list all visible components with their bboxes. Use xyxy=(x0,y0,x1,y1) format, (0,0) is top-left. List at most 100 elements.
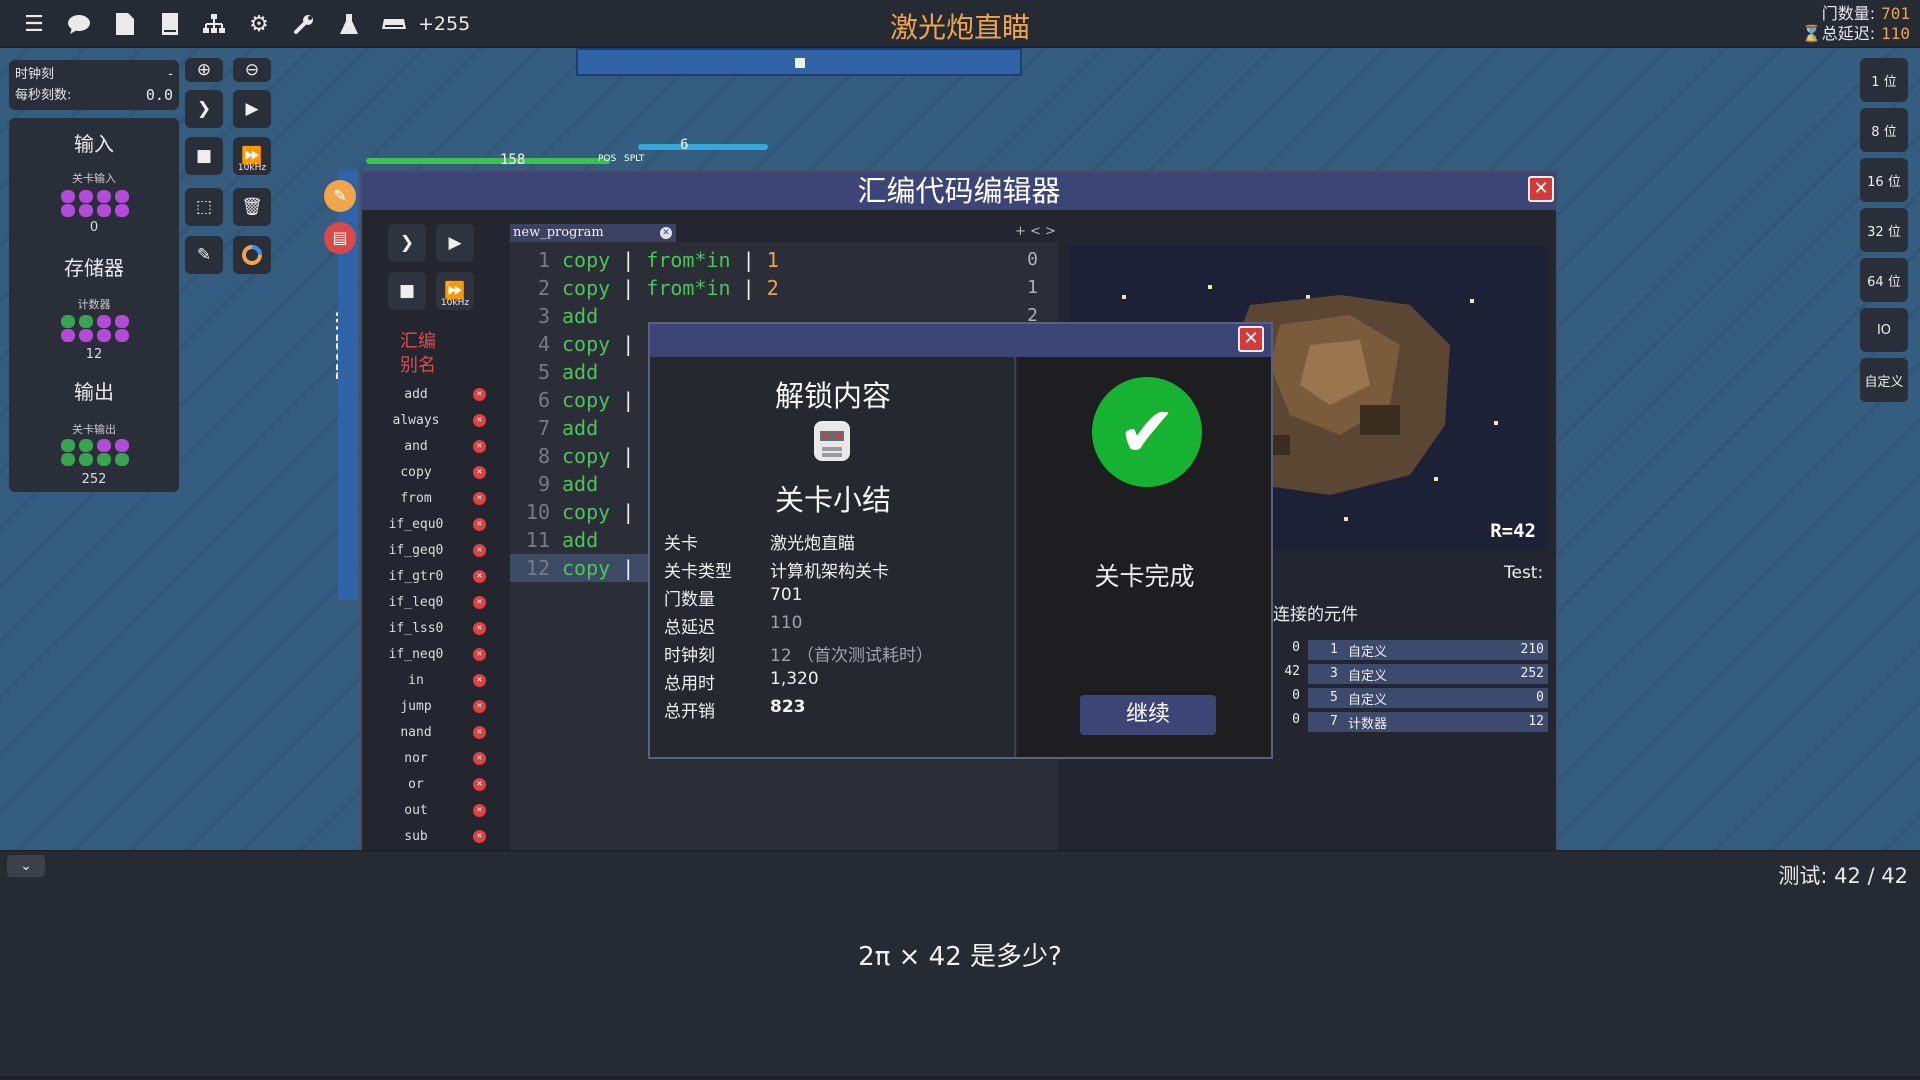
bits-16-button[interactable]: 16 位 xyxy=(1860,158,1908,202)
program-tab[interactable]: new_program ✕ xyxy=(510,224,676,242)
remove-alias-icon[interactable]: ✕ xyxy=(473,492,486,505)
fast-forward-button[interactable]: ⏩ 10kHz xyxy=(233,137,271,175)
step-icon[interactable]: ❯ xyxy=(185,90,223,128)
wire-green[interactable] xyxy=(366,158,610,164)
remove-alias-icon[interactable]: ✕ xyxy=(473,570,486,583)
remove-alias-icon[interactable]: ✕ xyxy=(473,726,486,739)
bits-32-button[interactable]: 32 位 xyxy=(1860,208,1908,252)
tab-tools[interactable]: + < > xyxy=(1015,224,1056,239)
custom-button[interactable]: 自定义 xyxy=(1860,358,1908,402)
remove-alias-icon[interactable]: ✕ xyxy=(473,674,486,687)
separator: | xyxy=(622,556,635,580)
memory-icon[interactable]: ▤ xyxy=(324,222,356,254)
separator: | xyxy=(742,276,755,300)
code-line[interactable]: 2 copy | from*in | 21 xyxy=(510,274,1058,302)
alias-item[interactable]: out ✕ xyxy=(380,799,490,825)
bits-64-button[interactable]: 64 位 xyxy=(1860,258,1908,302)
alias-name: if_equ0 xyxy=(388,517,444,532)
code-text: copy | xyxy=(562,442,634,470)
result-panel: ✔ 关卡完成 继续 xyxy=(1018,357,1271,757)
color-wheel-icon[interactable] xyxy=(233,236,271,274)
alias-item[interactable]: jump ✕ xyxy=(380,695,490,721)
remove-alias-icon[interactable]: ✕ xyxy=(473,804,486,817)
alias-name: sub xyxy=(404,829,428,844)
opcode: copy xyxy=(562,332,611,356)
edit-icon[interactable]: ✎ xyxy=(324,180,356,212)
component-input: 42 xyxy=(1284,664,1300,679)
editor-speed-label: 10kHz xyxy=(440,298,470,308)
preview-label: R=42 xyxy=(1490,520,1536,542)
stop-icon[interactable]: ■ xyxy=(185,137,223,175)
select-icon[interactable]: ⬚ xyxy=(185,188,223,226)
alias-item[interactable]: or ✕ xyxy=(380,773,490,799)
remove-alias-icon[interactable]: ✕ xyxy=(473,466,486,479)
alias-item[interactable]: if_equ0 ✕ xyxy=(380,513,490,539)
zoom-in-icon[interactable]: ⊕ xyxy=(185,58,223,82)
opcode: add xyxy=(562,416,599,440)
remove-alias-icon[interactable]: ✕ xyxy=(473,544,486,557)
io-button[interactable]: IO xyxy=(1860,308,1908,352)
wire-blue[interactable] xyxy=(638,144,768,150)
bits-8-button[interactable]: 8 位 xyxy=(1860,108,1908,152)
play-icon[interactable]: ▶ xyxy=(233,90,271,128)
remove-alias-icon[interactable]: ✕ xyxy=(473,778,486,791)
remove-alias-icon[interactable]: ✕ xyxy=(473,752,486,765)
remove-alias-icon[interactable]: ✕ xyxy=(473,518,486,531)
alias-item[interactable]: if_geq0 ✕ xyxy=(380,539,490,565)
alias-item[interactable]: nand ✕ xyxy=(380,721,490,747)
code-text: copy | xyxy=(562,386,634,414)
dialog-close-button[interactable]: ✕ xyxy=(1238,326,1264,352)
bottom-divider xyxy=(0,1076,1920,1080)
summary-key: 总延迟 xyxy=(664,618,715,638)
circuit-node[interactable] xyxy=(795,58,805,68)
remove-alias-icon[interactable]: ✕ xyxy=(473,440,486,453)
alias-item[interactable]: and ✕ xyxy=(380,435,490,461)
code-text: copy | xyxy=(562,498,634,526)
level-input-component[interactable] xyxy=(55,190,135,217)
code-text: add xyxy=(562,526,598,554)
alias-item[interactable]: if_lss0 ✕ xyxy=(380,617,490,643)
code-line[interactable]: 1 copy | from*in | 10 xyxy=(510,246,1058,274)
alias-item[interactable]: sub ✕ xyxy=(380,825,490,851)
alias-item[interactable]: always ✕ xyxy=(380,409,490,435)
counter-component[interactable] xyxy=(55,315,135,342)
alias-name: in xyxy=(408,673,424,688)
wire-label-b: 6 xyxy=(680,137,689,153)
remove-alias-icon[interactable]: ✕ xyxy=(473,830,486,843)
level-output-component[interactable] xyxy=(55,439,135,466)
remove-alias-icon[interactable]: ✕ xyxy=(473,648,486,661)
editor-stop-icon[interactable]: ■ xyxy=(388,272,426,310)
line-number: 9 xyxy=(537,472,550,496)
delay-value: 110 xyxy=(1881,24,1910,43)
editor-close-button[interactable]: ✕ xyxy=(1528,176,1554,202)
alias-item[interactable]: if_neq0 ✕ xyxy=(380,643,490,669)
alias-item[interactable]: nor ✕ xyxy=(380,747,490,773)
tab-close-icon[interactable]: ✕ xyxy=(660,227,672,239)
alias-item[interactable]: if_gtr0 ✕ xyxy=(380,565,490,591)
chevron-down-icon[interactable]: ⌄ xyxy=(7,855,45,877)
editor-play-icon[interactable]: ▶ xyxy=(436,224,474,262)
remove-alias-icon[interactable]: ✕ xyxy=(473,700,486,713)
robot-icon xyxy=(808,417,856,465)
alias-list: add ✕ always ✕ and ✕ copy ✕ from ✕ if_equ0 ✕ if_geq0… xyxy=(380,383,490,851)
remove-alias-icon[interactable]: ✕ xyxy=(473,388,486,401)
alias-item[interactable]: copy ✕ xyxy=(380,461,490,487)
remove-alias-icon[interactable]: ✕ xyxy=(473,622,486,635)
bits-1-button[interactable]: 1 位 xyxy=(1860,58,1908,102)
remove-alias-icon[interactable]: ✕ xyxy=(473,596,486,609)
remove-alias-icon[interactable]: ✕ xyxy=(473,414,486,427)
continue-button[interactable]: 继续 xyxy=(1080,695,1216,735)
connected-components-label: 连接的元件 xyxy=(1273,605,1358,625)
component-panel: 输入 关卡输入 0 存储器 计数器 12 输出 关卡输出 252 xyxy=(9,118,179,492)
pencil-icon[interactable]: ✎ xyxy=(185,236,223,274)
alias-item[interactable]: add ✕ xyxy=(380,383,490,409)
alias-item[interactable]: in ✕ xyxy=(380,669,490,695)
editor-fast-forward-button[interactable]: ⏩ 10kHz xyxy=(436,272,474,310)
zoom-out-icon[interactable]: ⊖ xyxy=(233,58,271,82)
editor-step-icon[interactable]: ❯ xyxy=(388,224,426,262)
trash-icon[interactable]: 🗑 xyxy=(233,188,271,226)
alias-item[interactable]: from ✕ xyxy=(380,487,490,513)
separator: | xyxy=(622,276,635,300)
line-number: 8 xyxy=(537,444,550,468)
alias-item[interactable]: if_leq0 ✕ xyxy=(380,591,490,617)
